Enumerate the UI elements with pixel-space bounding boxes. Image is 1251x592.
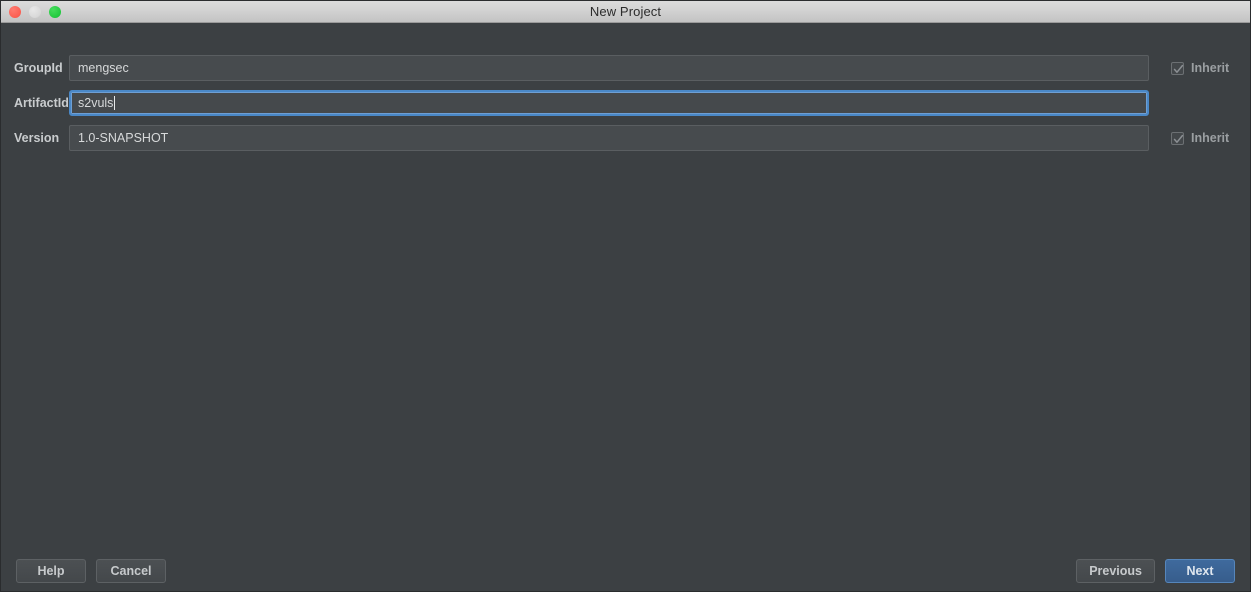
groupid-label: GroupId [14,61,63,75]
footer-left-buttons: Help Cancel [16,558,166,583]
version-inherit-checkbox[interactable] [1171,131,1184,145]
close-window-icon[interactable] [9,5,21,18]
version-inherit-label: Inherit [1191,131,1230,145]
version-inherit-cell[interactable]: Inherit [1158,131,1250,145]
dialog-footer: Help Cancel Previous Next [1,550,1250,591]
version-input-value: 1.0-SNAPSHOT [78,131,169,145]
groupid-inherit-label: Inherit [1191,61,1230,75]
text-caret [114,96,116,110]
groupid-inherit-cell[interactable]: Inherit [1158,61,1250,75]
window-titlebar: New Project [1,1,1250,23]
groupid-input-value: mengsec [78,61,129,75]
window-controls [1,5,61,18]
dialog-content: GroupId mengsec Inherit ArtifactId s2vul… [1,23,1250,550]
previous-button[interactable]: Previous [1076,558,1155,583]
form-row-groupid: GroupId mengsec Inherit [1,55,1250,81]
checkmark-icon [1173,134,1184,143]
version-input[interactable]: 1.0-SNAPSHOT [69,125,1149,151]
artifactid-label: ArtifactId [14,96,69,110]
new-project-dialog: New Project GroupId mengsec Inherit Arti… [0,0,1251,592]
window-title: New Project [589,4,662,19]
next-button[interactable]: Next [1165,558,1235,583]
minimize-window-icon[interactable] [29,5,41,18]
groupid-input[interactable]: mengsec [69,55,1149,81]
help-button[interactable]: Help [16,558,86,583]
maximize-window-icon[interactable] [49,5,61,18]
version-label: Version [14,131,60,145]
footer-right-buttons: Previous Next [1076,558,1235,583]
form-row-artifactid: ArtifactId s2vuls Inherit [1,90,1250,116]
artifactid-input[interactable]: s2vuls [69,90,1149,116]
cancel-button[interactable]: Cancel [96,558,166,583]
groupid-inherit-checkbox[interactable] [1171,61,1184,75]
form-row-version: Version 1.0-SNAPSHOT Inherit [1,125,1250,151]
checkmark-icon [1173,64,1184,73]
artifactid-input-value: s2vuls [78,96,114,110]
